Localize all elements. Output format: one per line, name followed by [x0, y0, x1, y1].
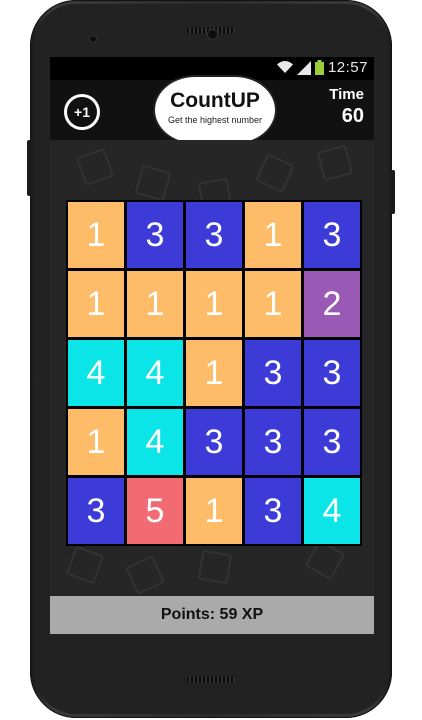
power-button	[391, 170, 395, 214]
tile[interactable]: 3	[186, 409, 242, 475]
tile[interactable]: 1	[186, 271, 242, 337]
app-bar: +1 CountUP Get the highest number Time 6…	[50, 75, 374, 145]
background-pattern	[255, 153, 295, 193]
tile[interactable]: 5	[127, 478, 183, 544]
battery-icon	[314, 60, 324, 75]
points-text: Points: 59 XP	[160, 606, 264, 623]
background-pattern	[197, 549, 233, 585]
app-title: CountUP	[170, 89, 260, 112]
timer: Time 60	[329, 86, 364, 128]
tile[interactable]: 1	[127, 271, 183, 337]
background-pattern	[125, 555, 165, 595]
background-pattern	[134, 164, 172, 202]
app-subtitle: Get the highest number	[167, 115, 263, 125]
tile[interactable]: 4	[304, 478, 360, 544]
background-pattern	[316, 144, 354, 182]
tile[interactable]: 1	[245, 271, 301, 337]
app-logo: CountUP Get the highest number	[153, 75, 277, 145]
front-camera	[208, 30, 217, 39]
plus-one-button[interactable]: +1	[64, 94, 100, 130]
tile[interactable]: 3	[245, 409, 301, 475]
game-board: 1331311112441331433335134	[66, 200, 362, 546]
points-bar: Points: 59 XP	[50, 596, 374, 634]
signal-icon	[296, 60, 311, 75]
tile[interactable]: 3	[304, 340, 360, 406]
tile[interactable]: 3	[245, 340, 301, 406]
tile[interactable]: 1	[186, 340, 242, 406]
screen: 12:57 +1 CountUP Get the highest number …	[50, 57, 374, 634]
tile[interactable]: 4	[127, 340, 183, 406]
background-pattern	[75, 147, 115, 187]
timer-value: 60	[341, 105, 364, 127]
proximity-sensor	[90, 36, 96, 42]
tile[interactable]: 1	[68, 271, 124, 337]
bottom-speaker	[187, 676, 235, 683]
tile[interactable]: 1	[68, 409, 124, 475]
wifi-icon	[276, 61, 293, 73]
volume-button	[27, 140, 31, 196]
tile[interactable]: 3	[304, 409, 360, 475]
timer-label: Time	[329, 86, 364, 103]
tile[interactable]: 3	[304, 202, 360, 268]
tile[interactable]: 3	[245, 478, 301, 544]
tile[interactable]: 3	[68, 478, 124, 544]
tile[interactable]: 4	[68, 340, 124, 406]
tile[interactable]: 1	[245, 202, 301, 268]
tile[interactable]: 1	[186, 478, 242, 544]
background-pattern	[65, 545, 105, 585]
tile[interactable]: 1	[68, 202, 124, 268]
tile[interactable]: 3	[186, 202, 242, 268]
tile[interactable]: 2	[304, 271, 360, 337]
tile[interactable]: 3	[127, 202, 183, 268]
status-time: 12:57	[327, 59, 368, 76]
tile[interactable]: 4	[127, 409, 183, 475]
